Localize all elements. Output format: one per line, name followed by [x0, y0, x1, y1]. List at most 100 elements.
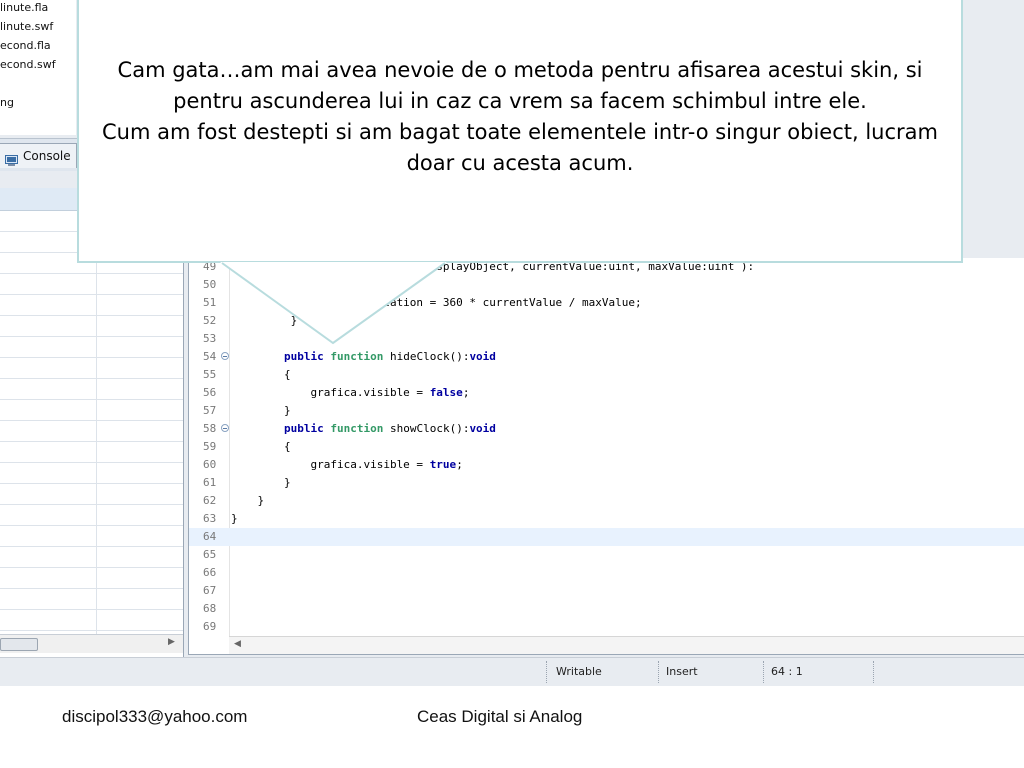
code-line[interactable]: 66 [189, 564, 1024, 582]
code-token: { [231, 368, 291, 381]
code-line[interactable]: 63} [189, 510, 1024, 528]
file-list: linute.fla linute.swf econd.fla econd.sw… [0, 0, 76, 135]
grid-row[interactable] [0, 525, 183, 547]
code-keyword: false [429, 386, 463, 399]
line-number: 57 [203, 404, 217, 417]
code-token: grafica.visible = [231, 386, 430, 399]
line-number: 56 [203, 386, 217, 399]
line-number: 69 [203, 620, 217, 633]
code-line[interactable]: 54 public function hideClock():void [189, 348, 1024, 366]
line-number: 63 [203, 512, 217, 525]
grid-row[interactable] [0, 546, 183, 568]
line-number: 68 [203, 602, 217, 615]
grid-row[interactable] [0, 588, 183, 610]
code-text: { [231, 438, 291, 456]
status-separator [763, 661, 765, 683]
status-bar: Writable Insert 64 : 1 [0, 657, 1024, 686]
grid-row[interactable] [0, 357, 183, 379]
code-line[interactable]: 57 } [189, 402, 1024, 420]
code-line[interactable]: 62 } [189, 492, 1024, 510]
code-line[interactable]: 52 } [189, 312, 1024, 330]
grid-row[interactable] [0, 378, 183, 400]
grid-row[interactable] [0, 420, 183, 442]
line-number: 59 [203, 440, 217, 453]
grid-row[interactable] [0, 462, 183, 484]
code-token: { [231, 440, 291, 453]
code-token: rotation = 360 * currentValue / maxValue… [231, 296, 642, 309]
code-text: } [231, 510, 238, 528]
grid-row[interactable] [0, 294, 183, 316]
grid-row[interactable] [0, 273, 183, 295]
grid-row[interactable] [0, 315, 183, 337]
grid-row[interactable] [0, 609, 183, 631]
code-text: public function showClock():void [231, 420, 496, 438]
code-line[interactable]: 64 [189, 528, 1024, 546]
code-token: ; [462, 386, 470, 399]
status-cursor-position: 64 : 1 [771, 665, 803, 678]
tab-console-label: Console [23, 149, 71, 163]
code-line[interactable]: 53 [189, 330, 1024, 348]
code-keyword: true [429, 458, 457, 471]
code-line[interactable]: 60 grafica.visible = true; [189, 456, 1024, 474]
fold-toggle-icon[interactable] [221, 424, 229, 432]
left-horizontal-scrollbar[interactable]: ▶ [0, 634, 183, 653]
code-line[interactable]: 51 rotation = 360 * currentValue / maxVa… [189, 294, 1024, 312]
code-text: grafica.visible = false; [231, 384, 469, 402]
code-line[interactable]: 65 [189, 546, 1024, 564]
code-keyword: void [469, 422, 496, 435]
code-keyword: function [330, 350, 384, 363]
line-number: 51 [203, 296, 217, 309]
status-separator [658, 661, 660, 683]
editor-horizontal-scrollbar[interactable]: ◀ [229, 636, 1024, 654]
file-item[interactable]: linute.swf [0, 20, 53, 33]
grid-row[interactable] [0, 504, 183, 526]
code-line[interactable]: 55 { [189, 366, 1024, 384]
fold-toggle-icon[interactable] [221, 352, 229, 360]
code-line[interactable]: 67 [189, 582, 1024, 600]
file-item[interactable]: ng [0, 96, 14, 109]
code-text: public function hideClock():void [231, 348, 496, 366]
status-insert-mode: Insert [666, 665, 698, 678]
code-text: } [231, 402, 291, 420]
line-number: 61 [203, 476, 217, 489]
code-line[interactable]: 56 grafica.visible = false; [189, 384, 1024, 402]
code-editor[interactable]: 49 moveNeedle( target:DisplayObject, cur… [188, 258, 1024, 655]
code-text: rotation = 360 * currentValue / maxValue… [231, 294, 642, 312]
code-text: } [231, 474, 291, 492]
grid-row[interactable] [0, 567, 183, 589]
code-line[interactable]: 58 public function showClock():void [189, 420, 1024, 438]
file-item[interactable]: econd.fla [0, 39, 51, 52]
status-writable: Writable [556, 665, 602, 678]
code-line[interactable]: 61 } [189, 474, 1024, 492]
code-line[interactable]: 68 [189, 600, 1024, 618]
grid-row[interactable] [0, 441, 183, 463]
code-keyword: void [469, 350, 496, 363]
line-number: 67 [203, 584, 217, 597]
code-line[interactable]: 69 [189, 618, 1024, 636]
tab-console[interactable]: Console [0, 143, 77, 168]
code-text: } [231, 312, 298, 330]
line-number: 64 [203, 530, 217, 543]
code-line[interactable]: 50 [189, 276, 1024, 294]
file-item[interactable]: linute.fla [0, 1, 48, 14]
grid-row[interactable] [0, 483, 183, 505]
code-token: grafica.visible = [231, 458, 430, 471]
line-number: 50 [203, 278, 217, 291]
scrollbar-thumb[interactable] [0, 638, 38, 651]
file-item[interactable]: econd.swf [0, 58, 56, 71]
callout-paragraph-2: Cum am fost destepti si am bagat toate e… [101, 120, 938, 175]
code-keyword: function [330, 422, 384, 435]
status-separator [546, 661, 548, 683]
grid-row[interactable] [0, 336, 183, 358]
line-number: 62 [203, 494, 217, 507]
line-number: 60 [203, 458, 217, 471]
scroll-left-icon[interactable]: ◀ [234, 639, 241, 649]
code-keyword: public [283, 350, 324, 363]
code-line[interactable]: 59 { [189, 438, 1024, 456]
scroll-right-icon[interactable]: ▶ [168, 637, 175, 647]
line-number: 65 [203, 548, 217, 561]
grid-row[interactable] [0, 399, 183, 421]
line-number: 58 [203, 422, 217, 435]
